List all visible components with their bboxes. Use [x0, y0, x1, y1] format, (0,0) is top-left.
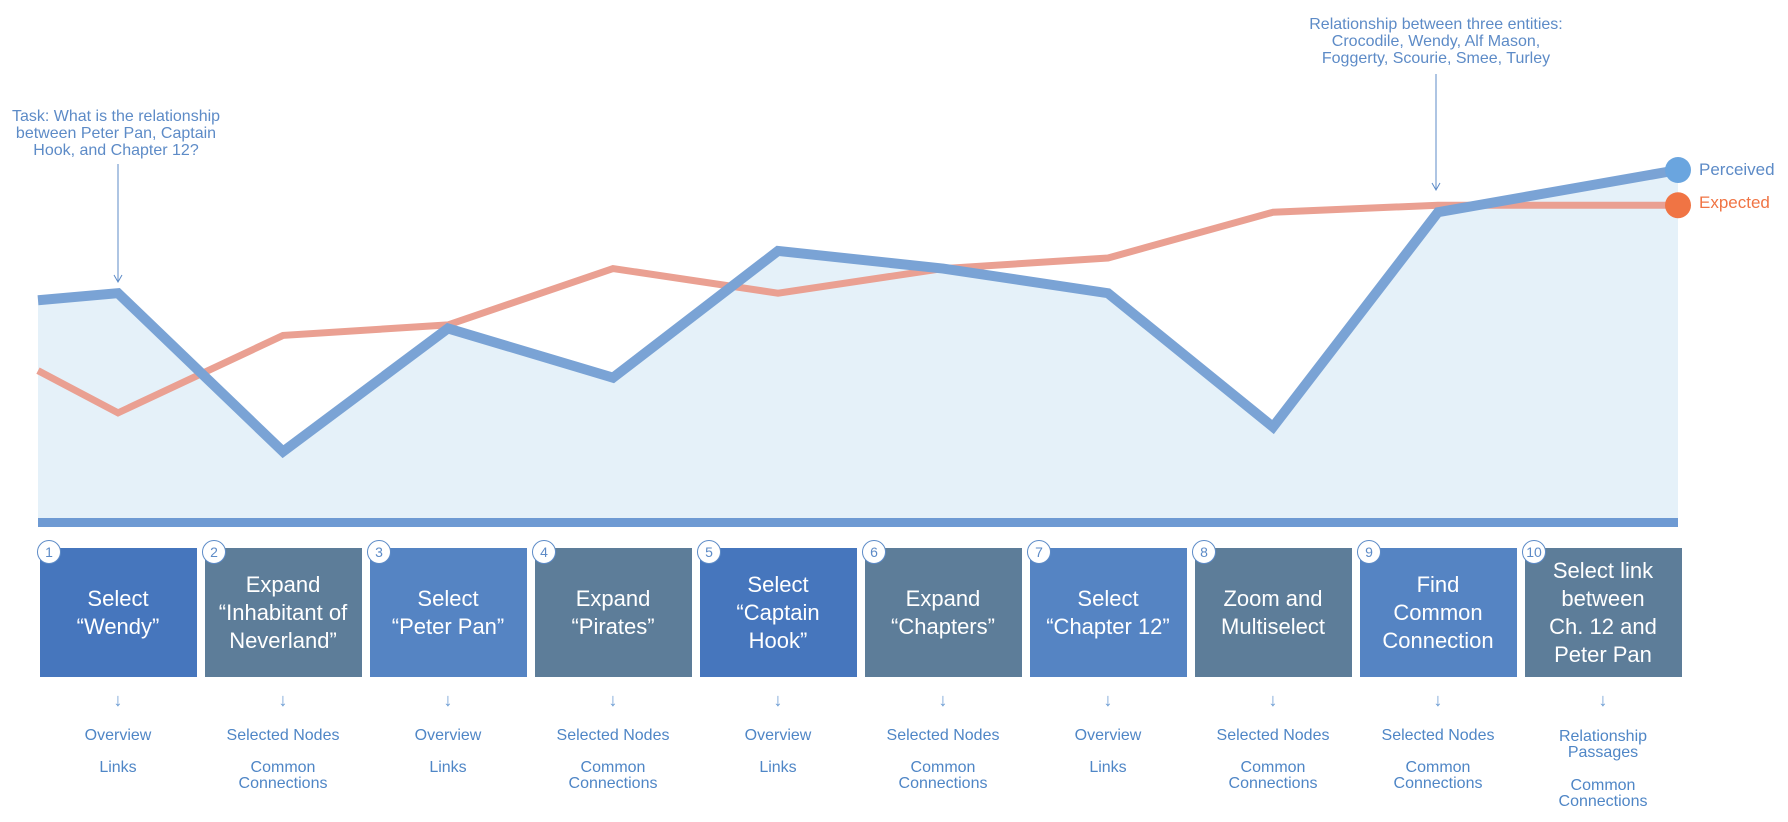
step-box: Select “Chapter 12”	[1029, 548, 1187, 677]
step-secondary-label: Links	[99, 759, 137, 776]
step-title: Expand “Inhabitant of Neverland”	[218, 571, 348, 653]
step-number-badge: 6	[862, 540, 886, 564]
expected-point	[35, 368, 41, 374]
step-title: Zoom and Multiselect	[1221, 585, 1325, 639]
perceived-point	[775, 248, 781, 254]
relationship-annotation-arrow	[1431, 74, 1441, 192]
step-secondary-label: Links	[1089, 759, 1127, 776]
step-number-badge: 10	[1522, 540, 1546, 564]
step-title: Find Common Connection	[1382, 571, 1494, 653]
step-view-label: Selected Nodes	[886, 727, 1000, 744]
step-down-arrow-icon: ↓	[1103, 690, 1113, 710]
step-number-badge: 3	[367, 540, 391, 564]
step-down-arrow-icon: ↓	[773, 690, 783, 710]
step-box: Zoom and Multiselect	[1194, 548, 1352, 677]
step-secondary-label: Common Connections	[238, 759, 328, 792]
step-number-badge: 7	[1027, 540, 1051, 564]
step-view-label: Overview	[744, 727, 812, 744]
step-box: Expand “Chapters”	[864, 548, 1022, 677]
step-down-arrow-icon: ↓	[608, 690, 618, 710]
expected-point	[280, 332, 286, 338]
step-secondary-label: Links	[429, 759, 467, 776]
step-box: Expand “Inhabitant of Neverland”	[204, 548, 362, 677]
step-view-label: Overview	[414, 727, 482, 744]
step-box: Select “Wendy”	[39, 548, 197, 677]
step-title: Expand “Chapters”	[891, 585, 995, 639]
expected-point	[1270, 209, 1276, 215]
step-title: Expand “Pirates”	[571, 585, 655, 639]
expected-point	[445, 322, 451, 328]
perceived-point	[1435, 209, 1441, 215]
step-number-badge: 5	[697, 540, 721, 564]
step-secondary-label: Common Connections	[1393, 759, 1483, 792]
legend-perceived-marker	[1665, 157, 1691, 183]
perceived-point	[1105, 290, 1111, 296]
step-number-badge: 2	[202, 540, 226, 564]
step-view-label: Relationship Passages	[1558, 728, 1648, 761]
step-title: Select “Peter Pan”	[391, 585, 505, 639]
expected-point	[940, 266, 946, 272]
perceived-point	[35, 297, 41, 303]
expected-point	[775, 290, 781, 296]
legend-expected-marker	[1665, 192, 1691, 219]
step-down-arrow-icon: ↓	[113, 690, 123, 710]
step-secondary-label: Links	[759, 759, 797, 776]
step-view-label: Overview	[84, 727, 152, 744]
step-secondary-label: Common Connections	[1558, 777, 1648, 810]
expected-point	[1435, 202, 1441, 208]
step-view-label: Selected Nodes	[226, 727, 340, 744]
step-secondary-label: Common Connections	[898, 759, 988, 792]
expected-point	[610, 266, 616, 272]
relationship-annotation: Relationship between three entities: Cro…	[1309, 16, 1563, 67]
task-annotation-arrow	[113, 164, 123, 284]
step-box: Select “Captain Hook”	[699, 548, 857, 677]
step-down-arrow-icon: ↓	[1598, 690, 1608, 710]
perceived-point	[280, 449, 286, 455]
step-down-arrow-icon: ↓	[938, 690, 948, 710]
step-view-label: Overview	[1074, 727, 1142, 744]
step-box: Select “Peter Pan”	[369, 548, 527, 677]
expected-point	[1105, 255, 1111, 261]
perceived-point	[1270, 424, 1276, 430]
step-view-label: Selected Nodes	[1381, 727, 1495, 744]
baseline-bar	[38, 518, 1678, 527]
step-title: Select “Captain Hook”	[736, 571, 820, 653]
step-view-label: Selected Nodes	[556, 727, 670, 744]
step-title: Select link between Ch. 12 and Peter Pan	[1549, 557, 1657, 667]
step-view-label: Selected Nodes	[1216, 727, 1330, 744]
step-down-arrow-icon: ↓	[443, 690, 453, 710]
step-secondary-label: Common Connections	[568, 759, 658, 792]
step-box: Select link between Ch. 12 and Peter Pan	[1524, 548, 1682, 677]
step-down-arrow-icon: ↓	[1268, 690, 1278, 710]
step-box: Expand “Pirates”	[534, 548, 692, 677]
step-title: Select “Wendy”	[76, 585, 160, 639]
step-number-badge: 8	[1192, 540, 1216, 564]
legend-expected-label: Expected	[1699, 193, 1770, 212]
step-number-badge: 1	[37, 540, 61, 564]
step-box: Find Common Connection	[1359, 548, 1517, 677]
legend-perceived-label: Perceived	[1699, 160, 1775, 179]
step-title: Select “Chapter 12”	[1046, 585, 1170, 639]
perceived-point	[610, 375, 616, 381]
perceived-point	[115, 290, 121, 296]
step-down-arrow-icon: ↓	[1433, 690, 1443, 710]
step-number-badge: 9	[1357, 540, 1381, 564]
expected-point	[115, 410, 121, 416]
journey-chart	[35, 74, 1691, 527]
step-down-arrow-icon: ↓	[278, 690, 288, 710]
step-number-badge: 4	[532, 540, 556, 564]
task-annotation: Task: What is the relationship between P…	[11, 108, 221, 159]
step-secondary-label: Common Connections	[1228, 759, 1318, 792]
